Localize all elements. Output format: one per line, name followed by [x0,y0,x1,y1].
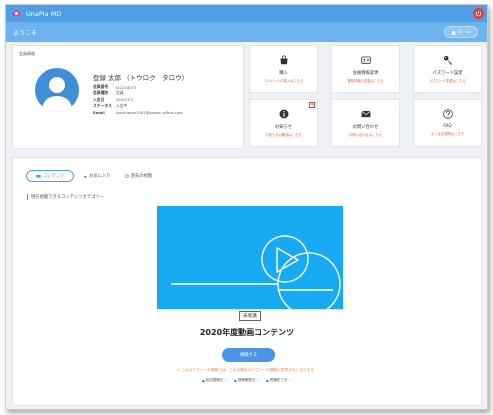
tile-desc: よくある質問はこちら [431,132,464,136]
tile-desc: パスワード変更はこちら [429,79,466,83]
clock-icon [124,174,129,178]
info-label: ステータス [93,103,112,109]
tab-favorites[interactable]: ★ お気に入り [78,170,115,182]
info-label: Email [93,109,105,115]
tile-title: お知らせ [274,125,293,130]
content-tabs: コンテンツ ★ お気に入り 過去の視聴 [26,170,161,182]
tile-desc: お知らせの確認はこちら [265,133,302,137]
new-badge: ✕ [309,102,315,108]
star-icon: ★ [83,173,88,179]
info-value: toushiman1001@saison-office.com [116,109,183,115]
info-label: 会員番号 [93,84,109,90]
tile-member-update[interactable]: 会員情報変更 登録情報の変更はこちら [331,45,400,93]
meta-label: 受講終了日：- [269,378,292,382]
content-panel: コンテンツ ★ お気に入り 過去の視聴 現在視聴できるコンテンツカテゴリー 未受… [12,157,482,406]
info-label: 会員種別 [93,90,109,96]
play-icon [171,235,341,316]
video-thumbnail[interactable] [157,206,343,316]
tile-desc: お問い合わせはこちら [349,133,382,137]
avatar [35,68,79,112]
power-icon [475,10,482,17]
meta-first-view: ◆ 初回視聴日：- [202,378,228,383]
tile-purchase[interactable]: 購入 コンテンツの購入はこちら [249,45,318,93]
info-value: 2020/7/7 [116,97,134,103]
status-badge: 未受講 [239,311,261,321]
content-title: 2020年度動画コンテンツ [199,328,295,337]
watch-button[interactable]: 視聴する [222,348,275,362]
info-value: J01234073 [116,84,137,90]
info-row: Email toushiman1001@saison-office.com [93,109,183,115]
warning-notice: ⚠ このカテゴリーの視聴では、これ以降のカテゴリーの視聴の意思がなくなります。 [13,368,481,373]
tab-contents[interactable]: コンテンツ [26,170,75,182]
meta-label: 初回視聴日：- [205,378,229,382]
tile-title: 購入 [279,71,288,76]
member-name: 登録 太郎 （トウロク タロウ） [93,74,189,82]
tag-icon: ◆ [265,378,269,383]
info-label: 入会日 [93,96,105,102]
member-info-table: 会員番号 J01234073 会員種別 会員 入会日 2020/7/7 ステータ… [93,84,183,115]
welcome-bar: ようこそ ホーム [6,22,487,42]
app-window: UnaPla MD ようこそ ホーム 会員情報 登録 太郎 （トウロク タロウ） [5,4,488,410]
id-card-icon [360,56,371,64]
tile-title: パスワード設定 [432,71,463,76]
logout-button[interactable] [473,8,484,19]
info-icon [279,109,288,119]
top-bar: UnaPla MD [6,5,487,22]
tile-faq[interactable]: FAQ よくある質問はこちら [413,99,482,147]
tile-desc: 登録情報の変更はこちら [347,79,384,83]
app-logo-icon[interactable] [11,8,22,19]
key-icon [443,55,452,65]
meta-label: 視聴期限日：- [237,378,260,382]
tile-contact[interactable]: お問い合わせ お問い合わせはこちら [331,99,400,147]
question-icon [442,109,453,119]
info-value: 会員 [116,90,124,96]
folder-icon [36,174,41,178]
meta-deadline: ◆ 視聴期限日：- [234,378,260,383]
member-info-card: 会員情報 登録 太郎 （トウロク タロウ） 会員番号 J01234073 会員種… [12,45,244,149]
tab-history[interactable]: 過去の視聴 [120,170,157,182]
user-silhouette-icon [41,77,73,112]
category-heading: 現在視聴できるコンテンツカテゴリー [27,194,104,200]
tab-label: 過去の視聴 [130,174,153,179]
tag-icon: ◆ [202,378,205,383]
tab-label: お気に入り [89,174,111,179]
meta-completion: ◆ 受講終了日：- [266,378,292,383]
envelope-icon [360,110,371,118]
tile-desc: コンテンツの購入はこちら [263,79,304,83]
info-value: 入会中 [116,103,128,109]
tile-title: FAQ [443,124,452,129]
warning-icon: ⚠ [176,368,181,372]
shopping-bag-icon [280,55,287,65]
notice-text: このカテゴリーの視聴では、これ以降のカテゴリーの視聴の意思がなくなります。 [181,368,318,372]
tile-notice[interactable]: ✕ お知らせ お知らせの確認はこちら [249,99,318,147]
tile-title: 会員情報変更 [352,71,379,76]
home-button-label: ホーム [457,30,471,35]
welcome-text: ようこそ [13,29,38,37]
tile-title: お問い合わせ [352,125,379,130]
home-icon [451,30,456,35]
app-title: UnaPla MD [26,9,62,18]
tab-label: コンテンツ [43,174,65,179]
member-card-header: 会員情報 [19,51,35,56]
viewing-dates: ◆ 初回視聴日：- ◆ 視聴期限日：- ◆ 受講終了日：- [13,378,481,383]
tile-password[interactable]: パスワード設定 パスワード変更はこちら [413,45,482,93]
home-button[interactable]: ホーム [443,26,478,38]
tag-icon: ◆ [234,378,237,383]
